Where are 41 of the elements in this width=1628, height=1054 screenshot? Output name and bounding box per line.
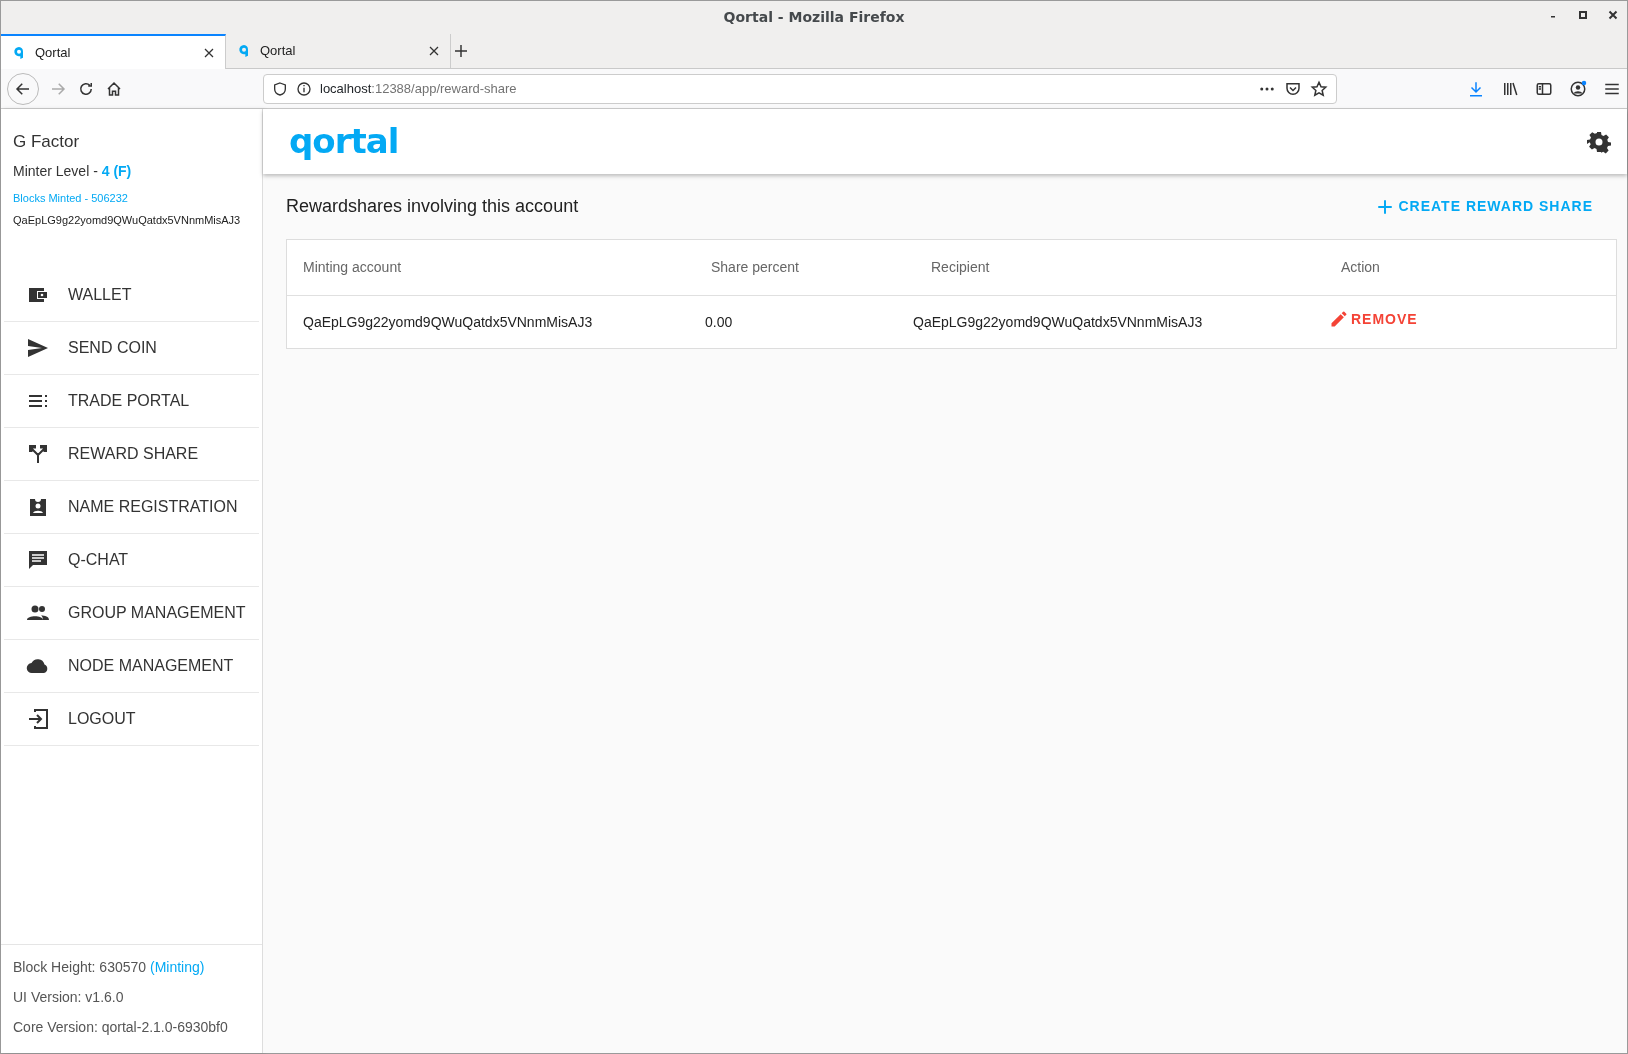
remove-button[interactable]: REMOVE — [1329, 308, 1418, 330]
close-icon[interactable] — [203, 46, 215, 59]
browser-tab[interactable]: Qortal — [226, 34, 451, 68]
table-cell-text: QaEpLG9g22yomd9QWuQatdx5VNnmMisAJ3 — [913, 312, 1204, 332]
star-icon[interactable] — [1310, 79, 1328, 98]
close-icon[interactable] — [428, 45, 440, 57]
shield-icon[interactable] — [272, 80, 288, 97]
maximize-icon[interactable] — [1577, 9, 1589, 21]
sidebar-item[interactable]: SEND COIN — [4, 321, 259, 375]
browser-tab[interactable]: Qortal — [1, 34, 226, 69]
close-icon[interactable] — [1607, 9, 1619, 21]
plus-icon — [453, 43, 469, 59]
plus-icon — [1376, 197, 1395, 216]
block-height: Block Height: 630570 (Minting) — [13, 958, 206, 977]
sidebar-item[interactable]: LOGOUT — [4, 692, 259, 746]
window-title: Qortal - Mozilla Firefox — [723, 8, 905, 27]
info-icon[interactable] — [296, 80, 312, 97]
download-icon[interactable] — [1467, 79, 1485, 98]
sidebar-item[interactable]: NODE MANAGEMENT — [4, 639, 259, 693]
account-icon[interactable] — [1569, 79, 1587, 98]
sidebar-item[interactable]: GROUP MANAGEMENT — [4, 586, 259, 640]
blocks-minted: Blocks Minted - 506232 — [13, 190, 129, 206]
sidebar-item[interactable]: NAME REGISTRATION — [4, 480, 259, 534]
sidebar-item[interactable]: REWARD SHARE — [4, 427, 259, 481]
pencil-icon — [1329, 309, 1349, 330]
user-name: G Factor — [13, 131, 81, 153]
column-header: Share percent — [711, 258, 800, 277]
page-title: Rewardshares involving this account — [286, 195, 579, 218]
sidebar-item[interactable]: Q-CHAT — [4, 533, 259, 587]
settings-icon[interactable] — [1587, 129, 1611, 154]
home-icon[interactable] — [105, 79, 123, 98]
core-version: Core Version: qortal-2.1.0-6930bf0 — [13, 1018, 229, 1037]
column-header: Minting account — [302, 258, 403, 277]
minter-level: Minter Level - 4 (F) — [13, 161, 133, 181]
ui-version: UI Version: v1.6.0 — [13, 988, 125, 1007]
logout-icon — [26, 706, 50, 731]
column-header: Recipient — [931, 258, 991, 277]
column-header: Action — [1341, 258, 1381, 277]
sidebar-item[interactable]: WALLET — [4, 268, 259, 322]
sidebar-item[interactable]: TRADE PORTAL — [4, 374, 259, 428]
account-address: QaEpLG9g22yomd9QWuQatdx5VNnmMisAJ3 — [13, 213, 242, 228]
